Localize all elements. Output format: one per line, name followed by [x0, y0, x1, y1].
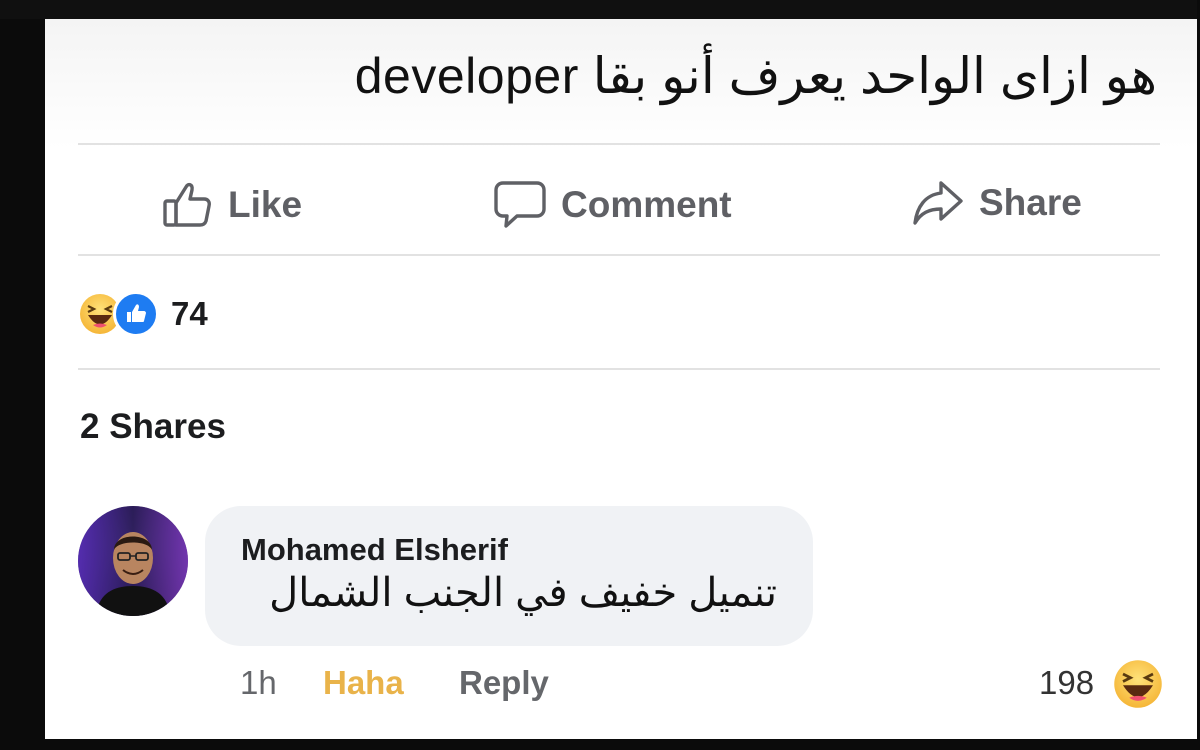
- share-arrow-icon: [911, 179, 965, 227]
- reaction-count: 74: [171, 295, 208, 332]
- haha-emoji-icon: [1113, 659, 1163, 709]
- share-label: Share: [979, 182, 1082, 223]
- post-card: هو ازاى الواحد يعرف أنو بقا developer Li…: [45, 19, 1197, 739]
- post-text: هو ازاى الواحد يعرف أنو بقا developer: [354, 48, 1157, 104]
- comment-haha-button[interactable]: Haha: [323, 664, 404, 702]
- comment-reply-button[interactable]: Reply: [459, 664, 549, 702]
- speech-bubble-icon: [493, 179, 547, 231]
- commenter-name[interactable]: Mohamed Elsherif: [241, 532, 508, 568]
- shares-count[interactable]: 2 Shares: [80, 407, 226, 447]
- comment-bubble: Mohamed Elsherif تنميل خفيف في الجنب الش…: [205, 506, 813, 646]
- comment-label: Comment: [561, 184, 732, 225]
- like-label: Like: [228, 184, 303, 225]
- screenshot-top-border: [0, 0, 1200, 19]
- comment-text: تنميل خفيف في الجنب الشمال: [269, 571, 777, 615]
- comment-reaction-count[interactable]: 198: [1039, 664, 1094, 702]
- comment-timestamp[interactable]: 1h: [240, 664, 277, 702]
- thumbs-up-icon: [162, 179, 214, 231]
- reactions-summary[interactable]: 74: [77, 291, 208, 337]
- like-button[interactable]: Like: [162, 179, 302, 231]
- divider-bottom: [78, 368, 1160, 370]
- divider-middle: [78, 254, 1160, 256]
- comment-button[interactable]: Comment: [493, 179, 732, 231]
- share-button[interactable]: Share: [911, 179, 1082, 227]
- divider-top: [78, 143, 1160, 145]
- avatar[interactable]: [78, 506, 188, 616]
- like-reaction-icon: [113, 291, 159, 337]
